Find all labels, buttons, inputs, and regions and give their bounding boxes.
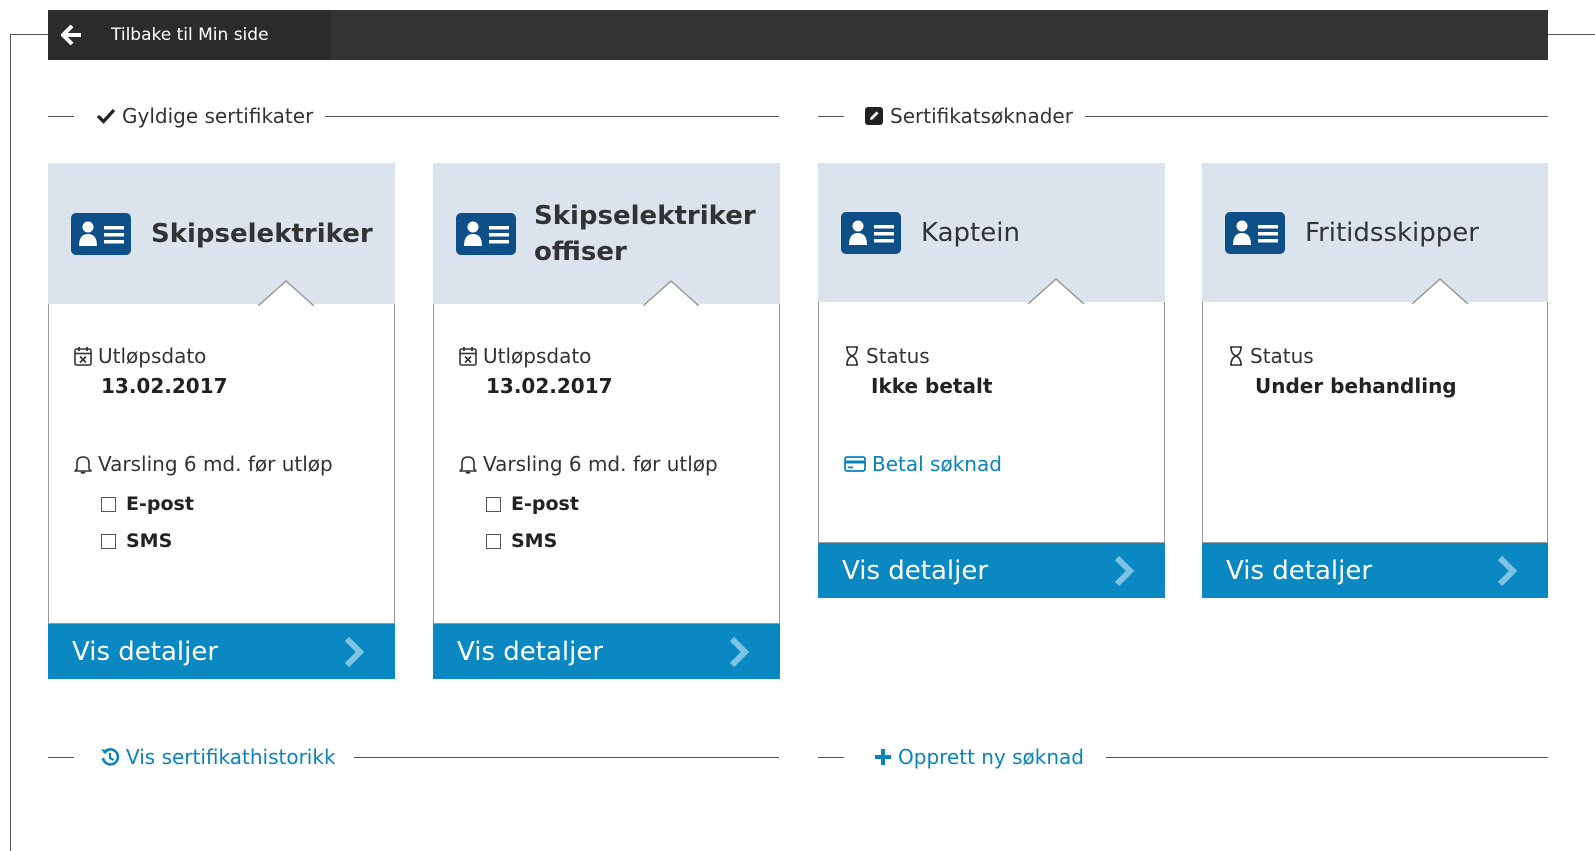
sms-checkbox-label: SMS <box>126 530 173 552</box>
details-label: Vis detaljer <box>842 555 989 586</box>
chevron-right-icon <box>344 636 365 667</box>
frame-line <box>10 34 50 35</box>
card-title: Fritidsskipper <box>1305 217 1479 248</box>
expiry-date: 13.02.2017 <box>101 374 228 398</box>
details-button[interactable]: Vis detaljer <box>1202 543 1548 598</box>
status-label-row: Status <box>1228 344 1314 368</box>
checkbox-box[interactable] <box>486 496 501 512</box>
application-card: Fritidsskipper Status Under behandling V… <box>1202 163 1548 598</box>
application-card: Kaptein Status Ikke betalt Betal søknad … <box>818 163 1165 598</box>
sms-checkbox[interactable]: SMS <box>486 530 557 552</box>
certificate-card: Skipselektriker Utløpsdato 13.02.2017 Va… <box>48 163 395 679</box>
card-title-line1: Skipselektriker <box>534 200 756 231</box>
frame-line <box>10 34 11 851</box>
card-header: Fritidsskipper <box>1202 163 1548 302</box>
card-title: Skipselektriker <box>151 218 373 249</box>
calendar-x-icon <box>459 346 477 366</box>
back-label: Tilbake til Min side <box>111 25 269 45</box>
checkmark-icon <box>96 107 116 125</box>
chevron-right-icon <box>1114 555 1135 586</box>
id-card-icon <box>1225 211 1285 254</box>
bell-icon <box>74 454 92 474</box>
card-header: Skipselektriker offiser <box>433 163 780 304</box>
notify-label: Varsling 6 md. før utløp <box>98 452 333 476</box>
section-heading-applications: Sertifikatsøknader <box>818 101 1548 131</box>
history-icon[interactable] <box>100 747 120 767</box>
edit-icon <box>864 106 884 126</box>
sms-checkbox[interactable]: SMS <box>101 530 172 552</box>
id-card-icon <box>841 211 901 254</box>
notify-label: Varsling 6 md. før utløp <box>483 452 718 476</box>
checkbox-box[interactable] <box>486 533 501 549</box>
plus-icon[interactable] <box>874 748 892 766</box>
details-label: Vis detaljer <box>457 636 604 667</box>
id-card-icon <box>71 212 131 255</box>
status-label: Status <box>866 344 930 368</box>
checkbox-box[interactable] <box>101 496 116 512</box>
checkbox-box[interactable] <box>101 533 116 549</box>
sms-checkbox-label: SMS <box>511 530 558 552</box>
top-bar: Tilbake til Min side <box>48 10 1548 60</box>
card-title: Skipselektriker offiser <box>534 198 756 270</box>
email-checkbox-label: E-post <box>511 493 579 515</box>
card-header: Kaptein <box>818 163 1165 302</box>
frame-line <box>1548 34 1595 35</box>
details-button[interactable]: Vis detaljer <box>818 543 1165 598</box>
card-notch <box>1412 278 1468 306</box>
section-title-valid: Gyldige sertifikater <box>122 104 314 128</box>
hourglass-icon <box>1228 346 1244 366</box>
pay-application-link[interactable]: Betal søknad <box>844 452 1002 476</box>
expiry-date: 13.02.2017 <box>486 374 613 398</box>
card-title: Kaptein <box>921 217 1020 248</box>
expiry-label-row: Utløpsdato <box>459 344 591 368</box>
certificate-card: Skipselektriker offiser Utløpsdato 13.02… <box>433 163 780 679</box>
hourglass-icon <box>844 346 860 366</box>
details-button[interactable]: Vis detaljer <box>48 624 395 679</box>
card-notch <box>643 280 699 308</box>
card-notch <box>1028 278 1084 306</box>
calendar-x-icon <box>74 346 92 366</box>
new-application-link-row: Opprett ny søknad <box>818 742 1548 772</box>
status-value: Ikke betalt <box>871 374 993 398</box>
expiry-label: Utløpsdato <box>483 344 592 368</box>
chevron-right-icon <box>729 636 750 667</box>
details-button[interactable]: Vis detaljer <box>433 624 780 679</box>
history-link[interactable]: Vis sertifikathistorikk <box>126 745 336 769</box>
card-body: Utløpsdato 13.02.2017 Varsling 6 md. før… <box>433 280 780 624</box>
email-checkbox[interactable]: E-post <box>101 493 194 515</box>
section-title-applications: Sertifikatsøknader <box>890 104 1073 128</box>
card-body: Status Under behandling <box>1202 278 1548 543</box>
status-value: Under behandling <box>1255 374 1457 398</box>
details-label: Vis detaljer <box>1226 555 1373 586</box>
history-link-row: Vis sertifikathistorikk <box>48 742 779 772</box>
new-application-link[interactable]: Opprett ny søknad <box>898 745 1084 769</box>
card-header: Skipselektriker <box>48 163 395 304</box>
card-title-line2: offiser <box>534 236 627 267</box>
card-body: Utløpsdato 13.02.2017 Varsling 6 md. før… <box>48 280 395 624</box>
email-checkbox-label: E-post <box>126 493 194 515</box>
arrow-left-icon <box>61 24 81 46</box>
pay-application-label: Betal søknad <box>872 452 1002 476</box>
back-to-my-page-link[interactable]: Tilbake til Min side <box>48 10 330 60</box>
details-label: Vis detaljer <box>72 636 219 667</box>
card-notch <box>258 280 314 308</box>
bell-icon <box>459 454 477 474</box>
chevron-right-icon <box>1497 555 1518 586</box>
credit-card-icon <box>844 455 866 473</box>
expiry-label-row: Utløpsdato <box>74 344 206 368</box>
id-card-icon <box>456 212 516 255</box>
notify-label-row: Varsling 6 md. før utløp <box>74 452 333 476</box>
notify-label-row: Varsling 6 md. før utløp <box>459 452 718 476</box>
card-body: Status Ikke betalt Betal søknad <box>818 278 1165 543</box>
section-heading-valid: Gyldige sertifikater <box>48 101 779 131</box>
expiry-label: Utløpsdato <box>98 344 207 368</box>
status-label: Status <box>1250 344 1314 368</box>
email-checkbox[interactable]: E-post <box>486 493 579 515</box>
status-label-row: Status <box>844 344 930 368</box>
